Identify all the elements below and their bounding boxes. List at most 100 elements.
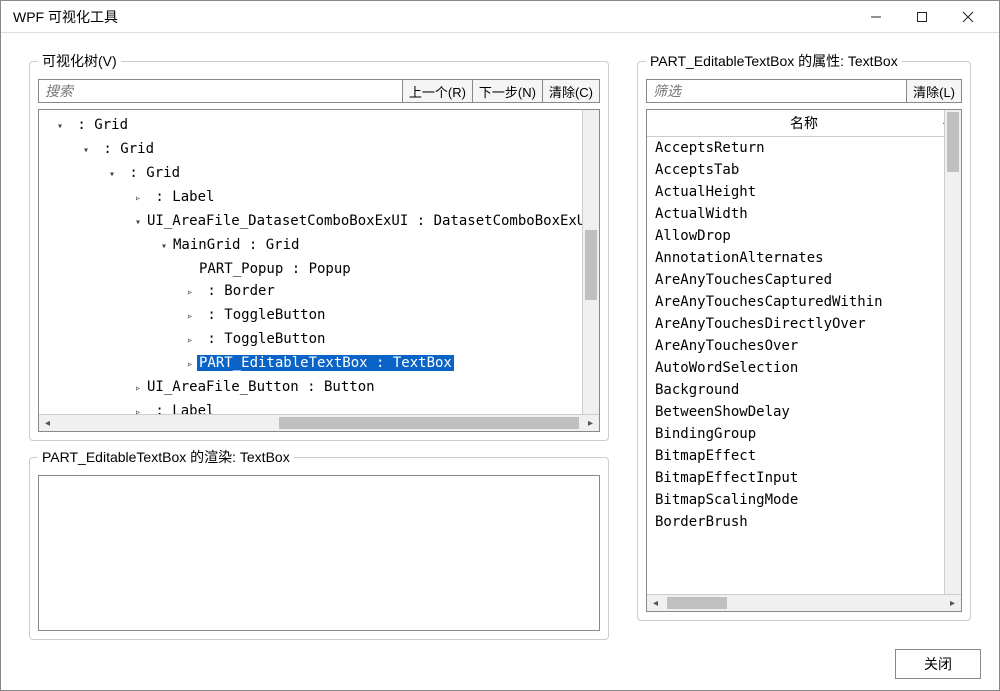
tree-node-label: : Grid [119,165,182,181]
chevron-right-icon[interactable]: ▹ [183,330,197,352]
property-row[interactable]: AnnotationAlternates [647,247,961,269]
chevron-down-icon[interactable]: ▾ [131,212,145,234]
property-row[interactable]: AcceptsTab [647,159,961,181]
tree-next-button[interactable]: 下一步(N) [472,79,543,103]
property-row[interactable]: BitmapScalingMode [647,489,961,511]
render-body [38,475,600,631]
props-filter-input[interactable] [646,79,907,103]
property-row[interactable]: AllowDrop [647,225,961,247]
tree-row[interactable]: ▾ : Grid [43,114,599,138]
tree-node-label: UI_AreaFile_Button : Button [145,379,377,395]
tree-hscroll-right[interactable]: ▸ [582,415,599,431]
props-scroll: 名称 ▲ AcceptsReturnAcceptsTabActualHeight… [646,109,962,612]
render-legend: PART_EditableTextBox 的渲染: TextBox [38,447,294,467]
window: WPF 可视化工具 可视化树(V) 上一个(R) 下一步(N) [0,0,1000,691]
property-row[interactable]: AutoWordSelection [647,357,961,379]
props-clear-button[interactable]: 清除(L) [906,79,962,103]
minimize-icon [870,11,882,23]
close-button[interactable]: 关闭 [895,649,981,679]
props-header-name[interactable]: 名称 ▲ [647,110,961,136]
tree-row[interactable]: ▹ : Label [43,186,599,210]
property-row[interactable]: BindingGroup [647,423,961,445]
right-column: PART_EditableTextBox 的属性: TextBox 清除(L) … [637,51,971,640]
close-icon [962,11,974,23]
tree-row[interactable]: ▾UI_AreaFile_DatasetComboBoxExUI : Datas… [43,210,599,234]
property-row[interactable]: BorderBrush [647,511,961,533]
chevron-right-icon[interactable]: ▹ [183,282,197,304]
tree-search-input[interactable] [38,79,403,103]
chevron-right-icon[interactable]: ▹ [131,378,145,400]
props-horizontal-scrollbar[interactable]: ◂ ▸ [647,594,961,611]
tree-row[interactable]: ▹PART_EditableTextBox : TextBox [43,352,599,376]
tree-row[interactable]: ▹ : Label [43,400,599,414]
tree-node-label: PART_Popup : Popup [197,261,353,277]
tree-row[interactable]: ▹ : Border [43,280,599,304]
maximize-button[interactable] [899,2,945,32]
props-body[interactable]: AcceptsReturnAcceptsTabActualHeightActua… [647,137,961,594]
property-row[interactable]: BitmapEffectInput [647,467,961,489]
footer: 关闭 [1,646,999,690]
visual-tree-legend: 可视化树(V) [38,51,121,71]
property-row[interactable]: ActualWidth [647,203,961,225]
props-hscroll-left[interactable]: ◂ [647,595,664,611]
chevron-down-icon[interactable]: ▾ [79,140,93,162]
chevron-right-icon[interactable]: ▹ [183,306,197,328]
window-title: WPF 可视化工具 [9,7,853,27]
tree-row[interactable]: ▹ : ToggleButton [43,304,599,328]
properties-panel: PART_EditableTextBox 的属性: TextBox 清除(L) … [637,51,971,621]
tree-node-label: PART_EditableTextBox : TextBox [197,355,454,371]
tree-row[interactable]: ▹UI_AreaFile_Button : Button [43,376,599,400]
tree-node-label: : Grid [67,117,130,133]
tree-node-label: UI_AreaFile_DatasetComboBoxExUI : Datase… [145,213,596,229]
property-row[interactable]: BetweenShowDelay [647,401,961,423]
tree-row[interactable]: ▾MainGrid : Grid [43,234,599,258]
props-filter-row: 清除(L) [646,79,962,103]
chevron-right-icon[interactable]: ▹ [131,188,145,210]
tree-row[interactable]: ▾ : Grid [43,138,599,162]
tree-node-label: : Label [145,189,216,205]
props-hscroll-right[interactable]: ▸ [944,595,961,611]
property-row[interactable]: AreAnyTouchesDirectlyOver [647,313,961,335]
tree-prev-button[interactable]: 上一个(R) [402,79,473,103]
chevron-right-icon[interactable]: ▹ [131,402,145,414]
property-row[interactable]: ActualHeight [647,181,961,203]
tree-row[interactable]: ▹ : ToggleButton [43,328,599,352]
tree-clear-button[interactable]: 清除(C) [542,79,600,103]
tree-node-label: : Grid [93,141,156,157]
tree-row[interactable]: PART_Popup : Popup [43,258,599,280]
tree-row[interactable]: ▾ : Grid [43,162,599,186]
chevron-right-icon[interactable]: ▹ [183,354,197,376]
property-row[interactable]: AreAnyTouchesOver [647,335,961,357]
property-row[interactable]: Background [647,379,961,401]
window-close-button[interactable] [945,2,991,32]
chevron-down-icon[interactable]: ▾ [53,116,67,138]
tree-node-label: : Label [145,403,216,414]
window-controls [853,2,991,32]
tree-horizontal-scrollbar[interactable]: ◂ ▸ [39,414,599,431]
props-vscroll-thumb[interactable] [947,112,959,172]
content: 可视化树(V) 上一个(R) 下一步(N) 清除(C) ▾ : Grid▾ : … [1,33,999,646]
props-header[interactable]: 名称 ▲ [647,110,961,137]
visual-tree-panel: 可视化树(V) 上一个(R) 下一步(N) 清除(C) ▾ : Grid▾ : … [29,51,609,441]
property-row[interactable]: AreAnyTouchesCaptured [647,269,961,291]
tree-scroll[interactable]: ▾ : Grid▾ : Grid▾ : Grid▹ : Label▾UI_Are… [39,110,599,414]
minimize-button[interactable] [853,2,899,32]
props-vertical-scrollbar[interactable] [944,110,961,594]
tree-node-label: : ToggleButton [197,307,327,323]
tree-hscroll-left[interactable]: ◂ [39,415,56,431]
tree-node-label: : ToggleButton [197,331,327,347]
props-hscroll-thumb[interactable] [667,597,727,609]
property-row[interactable]: BitmapEffect [647,445,961,467]
property-row[interactable]: AreAnyTouchesCapturedWithin [647,291,961,313]
chevron-down-icon[interactable]: ▾ [157,236,171,258]
render-panel: PART_EditableTextBox 的渲染: TextBox [29,447,609,640]
tree-node-label: MainGrid : Grid [171,237,301,253]
maximize-icon [916,11,928,23]
property-row[interactable]: AcceptsReturn [647,137,961,159]
tree-node-label: : Border [197,283,277,299]
tree-hscroll-thumb[interactable] [279,417,579,429]
tree-vertical-scrollbar[interactable] [582,110,599,414]
chevron-down-icon[interactable]: ▾ [105,164,119,186]
tree-vscroll-thumb[interactable] [585,230,597,300]
properties-legend: PART_EditableTextBox 的属性: TextBox [646,51,902,71]
